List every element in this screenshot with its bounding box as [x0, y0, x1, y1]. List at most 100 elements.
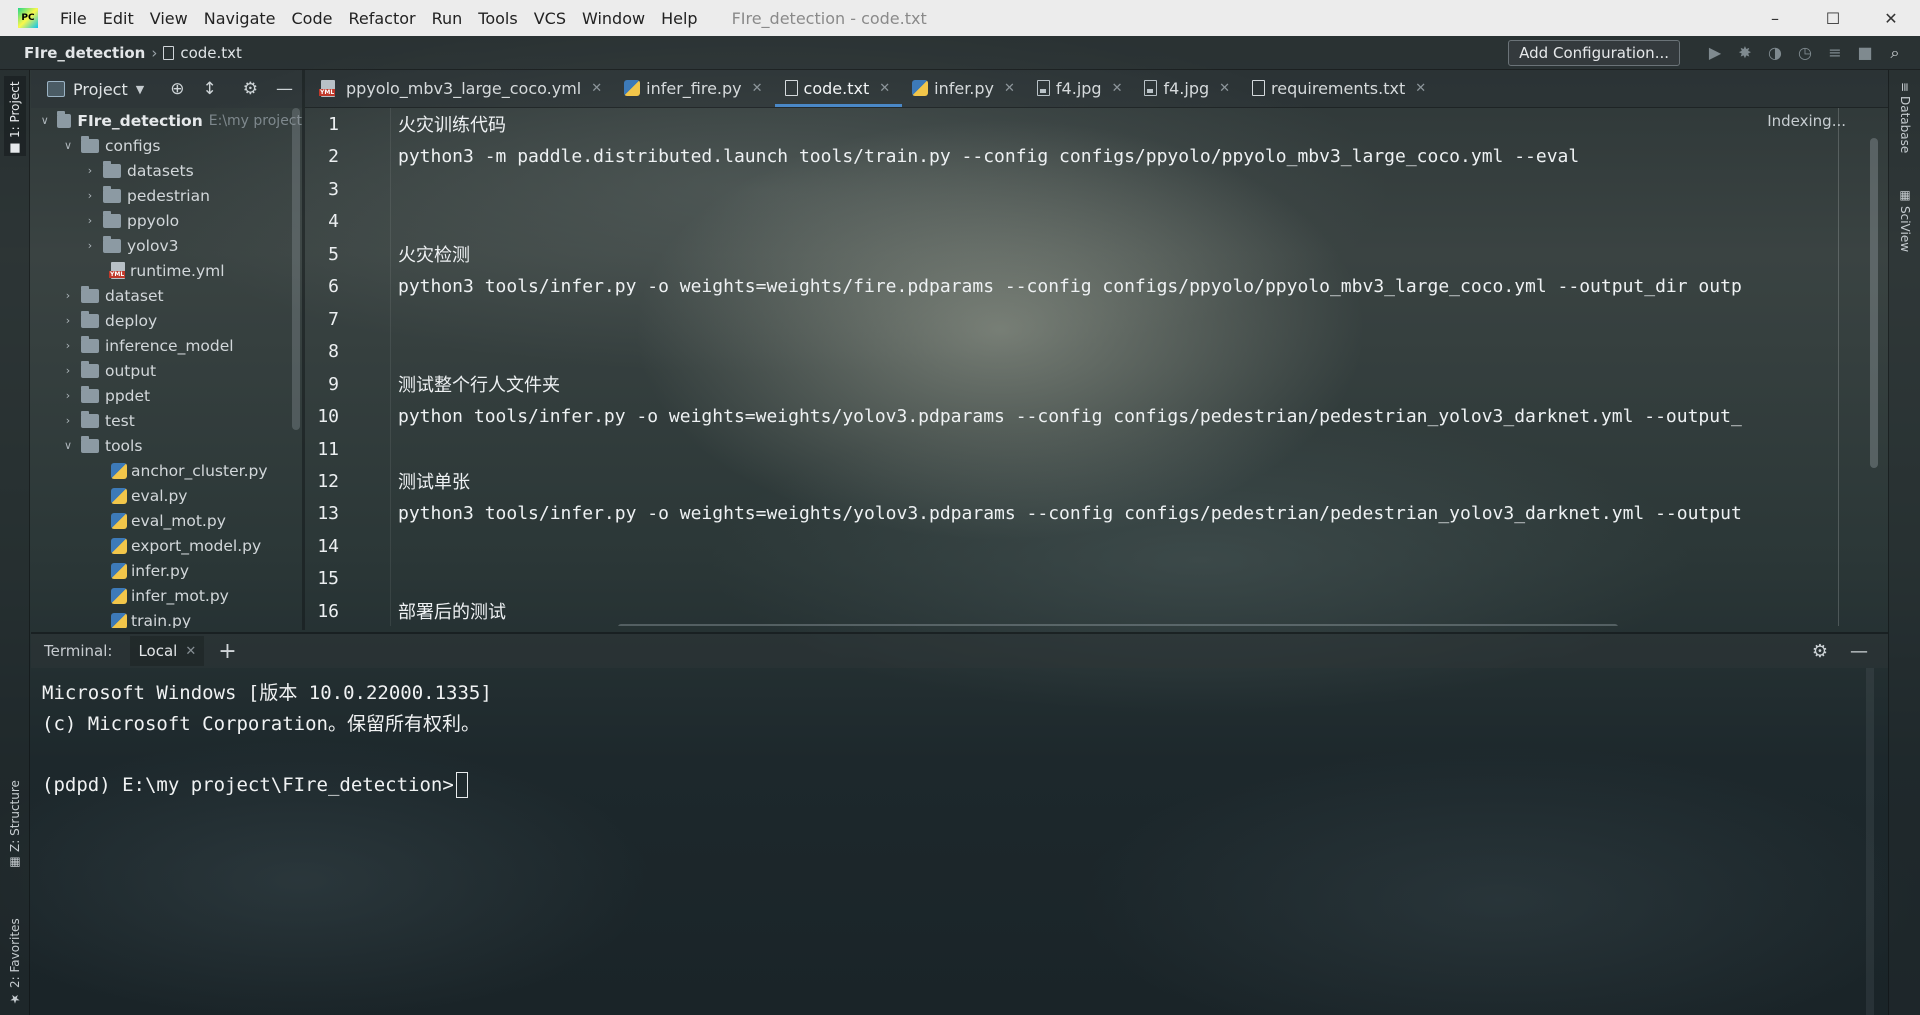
menu-code[interactable]: Code	[284, 9, 341, 28]
gear-icon[interactable]: ⚙	[1812, 641, 1828, 662]
search-icon[interactable]: ⌕	[1880, 38, 1910, 68]
tree-item-ppyolo[interactable]: › ppyolo	[31, 208, 302, 233]
breadcrumb-project[interactable]: FIre_detection	[0, 44, 151, 62]
tree-item-infer-mot-py[interactable]: infer_mot.py	[31, 583, 302, 608]
build-icon[interactable]: ≡	[1820, 38, 1850, 68]
terminal-scrollbar[interactable]	[1866, 668, 1874, 1015]
close-icon[interactable]: ✕	[1004, 81, 1015, 96]
terminal-prompt-line[interactable]: (pdpd) E:\my project\FIre_detection>	[42, 769, 1871, 800]
run-icon[interactable]: ▶	[1700, 38, 1730, 68]
code-line[interactable]: 15	[305, 562, 365, 594]
tree-item-anchor-cluster-py[interactable]: anchor_cluster.py	[31, 458, 302, 483]
close-icon[interactable]: ✕	[591, 81, 602, 96]
profile-icon[interactable]: ◷	[1790, 38, 1820, 68]
tree-item-output[interactable]: › output	[31, 358, 302, 383]
chevron-down-icon[interactable]: ∨	[61, 439, 75, 452]
code-line[interactable]: 11	[305, 433, 365, 465]
tree-item-ppdet[interactable]: › ppdet	[31, 383, 302, 408]
tree-item-deploy[interactable]: › deploy	[31, 308, 302, 333]
code-line[interactable]: 14	[305, 530, 365, 562]
debug-icon[interactable]: ✸	[1730, 38, 1760, 68]
chevron-down-icon[interactable]: ▼	[136, 83, 144, 96]
favorites-tool-tab[interactable]: ★ 2: Favorites	[4, 906, 26, 1006]
tree-item-infer-py[interactable]: infer.py	[31, 558, 302, 583]
tree-item-eval-mot-py[interactable]: eval_mot.py	[31, 508, 302, 533]
chevron-right-icon[interactable]: ›	[83, 164, 97, 177]
close-icon[interactable]: ✕	[752, 81, 763, 96]
editor-vertical-scrollbar[interactable]	[1870, 138, 1878, 468]
tab-infer-py[interactable]: infer.py ✕	[902, 69, 1027, 107]
chevron-down-icon[interactable]: ∨	[39, 114, 51, 127]
tree-item-configs[interactable]: ∨ configs	[31, 133, 302, 158]
code-line[interactable]: 10 python tools/infer.py -o weights=weigh…	[305, 400, 1741, 432]
code-line[interactable]: 6 python3 tools/infer.py -o weights=weigh…	[305, 270, 1742, 302]
collapse-all-icon[interactable]: ↕	[202, 79, 216, 99]
hide-icon[interactable]: —	[276, 79, 293, 99]
chevron-right-icon[interactable]: ›	[61, 389, 75, 402]
close-icon[interactable]: ✕	[1219, 81, 1230, 96]
chevron-down-icon[interactable]: ∨	[61, 139, 75, 152]
tree-item-dataset[interactable]: › dataset	[31, 283, 302, 308]
chevron-right-icon[interactable]: ›	[61, 289, 75, 302]
chevron-right-icon[interactable]: ›	[61, 314, 75, 327]
sciview-tool-tab[interactable]: ▦ SciView	[1895, 188, 1915, 288]
chevron-right-icon[interactable]: ›	[61, 364, 75, 377]
minimize-icon[interactable]: –	[1746, 0, 1804, 36]
menu-window[interactable]: Window	[574, 9, 653, 28]
tree-item-datasets[interactable]: › datasets	[31, 158, 302, 183]
code-line[interactable]: 5 火灾检测	[305, 238, 470, 270]
menu-tools[interactable]: Tools	[470, 9, 525, 28]
tree-item-yolov3[interactable]: › yolov3	[31, 233, 302, 258]
code-line[interactable]: 12 测试单张	[305, 465, 470, 497]
code-line[interactable]: 4	[305, 205, 365, 237]
code-line[interactable]: 9 测试整个行人文件夹	[305, 368, 560, 400]
chevron-right-icon[interactable]: ›	[61, 414, 75, 427]
code-line[interactable]: 8	[305, 335, 365, 367]
chevron-right-icon[interactable]: ›	[83, 189, 97, 202]
code-line[interactable]: 13 python3 tools/infer.py -o weights=weig…	[305, 497, 1741, 529]
menu-file[interactable]: File	[52, 9, 95, 28]
code-line[interactable]: 7	[305, 303, 365, 335]
terminal-tab-local[interactable]: Local ✕	[130, 636, 205, 666]
chevron-right-icon[interactable]: ›	[61, 339, 75, 352]
chevron-right-icon[interactable]: ›	[83, 214, 97, 227]
project-tree-scrollbar[interactable]	[292, 108, 300, 430]
tab-code-txt[interactable]: code.txt ✕	[774, 69, 903, 107]
tree-item-test[interactable]: › test	[31, 408, 302, 433]
menu-run[interactable]: Run	[424, 9, 471, 28]
close-icon[interactable]: ✕	[185, 644, 196, 659]
menu-navigate[interactable]: Navigate	[196, 9, 284, 28]
database-tool-tab[interactable]: ≡ Database	[1895, 82, 1915, 182]
close-icon[interactable]: ✕	[1415, 81, 1426, 96]
add-configuration-button[interactable]: Add Configuration...	[1508, 39, 1680, 66]
tab-f4-jpg-2[interactable]: f4.jpg ✕	[1134, 69, 1242, 107]
structure-tool-tab[interactable]: ▦ Z: Structure	[4, 770, 26, 870]
maximize-icon[interactable]: ☐	[1804, 0, 1862, 36]
coverage-icon[interactable]: ◑	[1760, 38, 1790, 68]
project-tool-tab[interactable]: ■ 1: Project	[4, 76, 26, 156]
hide-icon[interactable]: —	[1850, 641, 1868, 662]
menu-refactor[interactable]: Refactor	[340, 9, 423, 28]
code-line[interactable]: 3	[305, 173, 365, 205]
menu-help[interactable]: Help	[653, 9, 705, 28]
code-line[interactable]: 1 火灾训练代码	[305, 108, 506, 140]
project-view-selector[interactable]: Project	[73, 80, 128, 99]
tree-item-root[interactable]: ∨ FIre_detection E:\my project	[31, 108, 302, 133]
tab-f4-jpg-1[interactable]: f4.jpg ✕	[1027, 69, 1135, 107]
menu-edit[interactable]: Edit	[95, 9, 142, 28]
terminal-output[interactable]: Microsoft Windows [版本 10.0.22000.1335] (…	[31, 668, 1871, 1015]
tree-item-tools[interactable]: ∨ tools	[31, 433, 302, 458]
tree-item-runtime-yml[interactable]: runtime.yml	[31, 258, 302, 283]
menu-view[interactable]: View	[142, 9, 196, 28]
close-icon[interactable]: ✕	[879, 81, 890, 96]
close-icon[interactable]: ✕	[1862, 0, 1920, 36]
tab-infer-fire-py[interactable]: infer_fire.py ✕	[614, 69, 774, 107]
locate-icon[interactable]: ⊕	[170, 79, 184, 99]
close-icon[interactable]: ✕	[1112, 81, 1123, 96]
code-line[interactable]: 16 部署后的测试	[305, 595, 506, 626]
breadcrumb-file[interactable]: code.txt	[157, 44, 242, 62]
tree-item-inference-model[interactable]: › inference_model	[31, 333, 302, 358]
stop-icon[interactable]: ■	[1850, 38, 1880, 68]
tab-requirements-txt[interactable]: requirements.txt ✕	[1242, 69, 1438, 107]
tree-item-eval-py[interactable]: eval.py	[31, 483, 302, 508]
